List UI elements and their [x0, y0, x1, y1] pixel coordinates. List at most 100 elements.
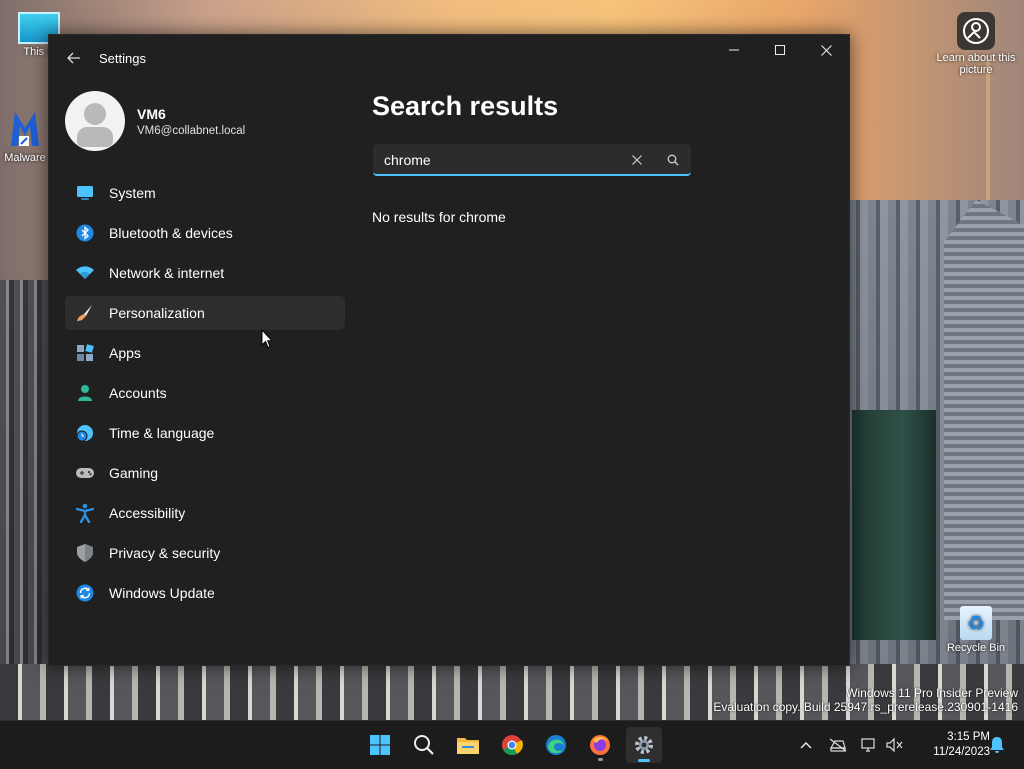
- sidebar-item-bluetooth[interactable]: Bluetooth & devices: [65, 216, 345, 250]
- edge-icon: [546, 735, 566, 755]
- camera-info-icon: [957, 12, 995, 50]
- user-profile[interactable]: VM6 VM6@collabnet.local: [65, 91, 365, 151]
- settings-icon: [635, 736, 653, 754]
- active-app-indicator: [638, 759, 650, 762]
- avatar: [65, 91, 125, 151]
- back-button[interactable]: [63, 47, 85, 69]
- wallpaper-glass-tower: [852, 410, 936, 640]
- sidebar-item-label: Time & language: [109, 425, 215, 441]
- minimize-icon: [729, 49, 739, 51]
- recycle-bin-icon: ♻: [960, 606, 992, 640]
- network-icon: [861, 738, 875, 752]
- taskbar-settings[interactable]: [626, 727, 662, 763]
- clear-search-button[interactable]: [627, 151, 647, 169]
- start-button[interactable]: [362, 727, 398, 763]
- running-indicator: [598, 758, 603, 761]
- gamepad-icon: [75, 463, 95, 483]
- sidebar-item-label: Bluetooth & devices: [109, 225, 233, 241]
- chevron-up-icon: [800, 742, 812, 749]
- sidebar-item-label: System: [109, 185, 156, 201]
- minimize-button[interactable]: [711, 35, 757, 65]
- monitor-icon: [75, 183, 95, 203]
- sidebar-item-personalization[interactable]: Personalization: [65, 296, 345, 330]
- shield-icon: [75, 543, 95, 563]
- search-icon: [414, 735, 434, 755]
- update-icon: [75, 583, 95, 603]
- taskbar-clock[interactable]: 3:15 PM 11/24/2023: [910, 730, 990, 760]
- brush-icon: [75, 303, 95, 323]
- title-bar[interactable]: Settings: [49, 35, 849, 81]
- watermark-line: Windows 11 Pro Insider Preview: [846, 686, 1018, 700]
- malwarebytes-icon: [5, 106, 45, 150]
- sidebar-item-label: Apps: [109, 345, 141, 361]
- taskbar-file-explorer[interactable]: [450, 727, 486, 763]
- profile-email: VM6@collabnet.local: [137, 125, 246, 137]
- sidebar-item-time-language[interactable]: Time & language: [65, 416, 345, 450]
- accessibility-icon: [75, 503, 95, 523]
- search-box: [373, 144, 691, 176]
- page-title: Search results: [372, 91, 559, 121]
- sidebar-item-label: Gaming: [109, 465, 159, 481]
- desktop-icon-learn-about-picture[interactable]: Learn about this picture: [934, 12, 1018, 76]
- chrome-icon: [502, 735, 523, 756]
- tray-drive-icon-button[interactable]: [827, 734, 849, 756]
- clock-date: 11/24/2023: [933, 746, 990, 758]
- sidebar-item-accounts[interactable]: Accounts: [65, 376, 345, 410]
- avatar-body: [77, 127, 113, 147]
- firefox-icon: [590, 735, 610, 755]
- tray-network-button[interactable]: [858, 734, 880, 756]
- bluetooth-icon: [75, 223, 95, 243]
- file-explorer-icon: [457, 738, 479, 754]
- maximize-button[interactable]: [757, 35, 803, 65]
- taskbar-edge[interactable]: [538, 727, 574, 763]
- maximize-icon: [775, 45, 785, 55]
- sidebar-item-accessibility[interactable]: Accessibility: [65, 496, 345, 530]
- sidebar-item-system[interactable]: System: [65, 176, 345, 210]
- desktop-icon-recycle-bin[interactable]: ♻ Recycle Bin: [940, 606, 1012, 654]
- avatar-head: [84, 103, 106, 125]
- desktop-icon-label: Malware: [4, 152, 46, 164]
- search-icon: [667, 154, 679, 166]
- apps-icon: [75, 343, 95, 363]
- sidebar-nav: System Bluetooth & devices Network & int…: [65, 176, 345, 616]
- bell-icon: [990, 737, 1004, 753]
- sidebar-item-label: Accounts: [109, 385, 167, 401]
- close-icon: [820, 44, 832, 56]
- sidebar-item-label: Accessibility: [109, 505, 186, 521]
- sidebar-item-network[interactable]: Network & internet: [65, 256, 345, 290]
- settings-window: Settings VM6 VM6@collabnet.local System: [48, 34, 850, 666]
- taskbar-firefox[interactable]: [582, 727, 618, 763]
- sidebar-item-label: Windows Update: [109, 585, 215, 601]
- start-icon: [370, 735, 390, 755]
- sidebar-item-privacy-security[interactable]: Privacy & security: [65, 536, 345, 570]
- taskbar-search-button[interactable]: [406, 727, 442, 763]
- search-input[interactable]: [373, 144, 626, 176]
- sidebar-item-label: Personalization: [109, 305, 205, 321]
- wallpaper-tower: [944, 200, 1024, 620]
- profile-name: VM6: [137, 106, 166, 122]
- desktop-icon-label: Learn about this picture: [936, 52, 1016, 76]
- wifi-icon: [75, 263, 95, 283]
- sidebar-item-windows-update[interactable]: Windows Update: [65, 576, 345, 610]
- desktop-icon-label: Recycle Bin: [946, 642, 1006, 654]
- wallpaper-city-left: [0, 280, 50, 720]
- os-watermark: Windows 11 Pro Insider Preview Evaluatio…: [713, 686, 1018, 714]
- show-hidden-icons-button[interactable]: [795, 734, 817, 756]
- tray-volume-button[interactable]: [884, 734, 906, 756]
- volume-muted-icon: [886, 737, 903, 753]
- drive-off-icon: [829, 738, 847, 752]
- taskbar-chrome[interactable]: [494, 727, 530, 763]
- watermark-line: Evaluation copy. Build 25947.rs_prerelea…: [713, 700, 1018, 714]
- taskbar: 3:15 PM 11/24/2023: [0, 720, 1024, 769]
- person-icon: [75, 383, 95, 403]
- clock-time: 3:15 PM: [947, 731, 990, 743]
- close-button[interactable]: [803, 35, 849, 65]
- sidebar-item-apps[interactable]: Apps: [65, 336, 345, 370]
- search-button[interactable]: [663, 150, 683, 170]
- wallpaper-antenna: [986, 60, 990, 220]
- desktop-icon-malwarebytes[interactable]: Malware: [0, 106, 50, 164]
- arrow-left-icon: [67, 52, 80, 64]
- sidebar-item-gaming[interactable]: Gaming: [65, 456, 345, 490]
- sidebar-item-label: Privacy & security: [109, 545, 221, 561]
- notifications-button[interactable]: [986, 734, 1008, 756]
